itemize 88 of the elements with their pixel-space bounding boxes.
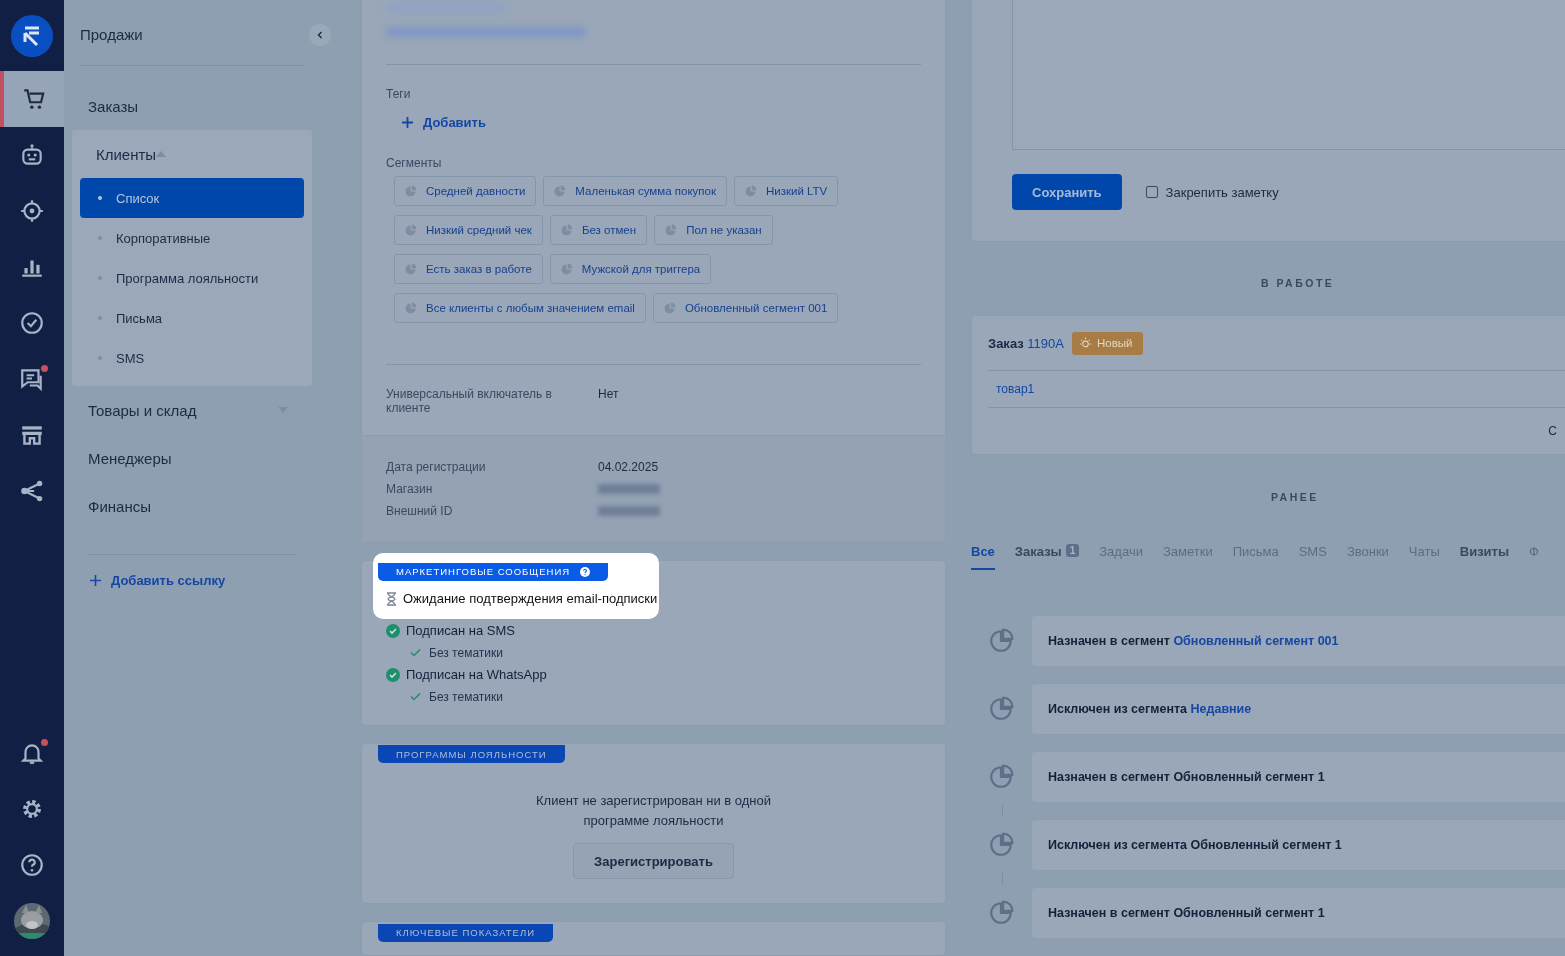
segment-icon <box>663 302 676 314</box>
hourglass-icon <box>386 591 397 606</box>
segment-chip[interactable]: Средней давности <box>394 176 537 206</box>
chevron-left-icon <box>316 31 324 39</box>
event-card: Исключен из сегмента Недавние <box>1031 683 1565 735</box>
subscription-status: Подписан на SMS <box>406 623 515 638</box>
save-button[interactable]: Сохранить <box>1012 174 1122 210</box>
check-circle-icon <box>386 667 400 682</box>
nav-item[interactable]: Товары и склад <box>80 386 304 434</box>
subscription-topic: Без тематики <box>429 689 503 704</box>
nav-subitem[interactable]: Письма <box>80 298 304 338</box>
order-item-link[interactable]: товар1 <box>996 382 1035 396</box>
segment-chip[interactable]: Низкий LTV <box>733 176 839 206</box>
pin-note-checkbox[interactable]: Закрепить заметку <box>1145 184 1279 200</box>
field-label: Теги <box>386 87 412 101</box>
field-value: 04.02.2025 <box>598 460 660 474</box>
check-icon <box>410 692 421 701</box>
plus-icon <box>402 117 413 128</box>
nav-item[interactable]: Заказы <box>80 82 304 130</box>
segment-chip[interactable]: Обновленный сегмент 001 <box>652 293 839 323</box>
tab[interactable]: Все <box>971 544 995 570</box>
nav-item[interactable]: Клиенты <box>80 130 183 178</box>
segment-icon <box>560 263 573 275</box>
nav-item[interactable]: Финансы <box>80 482 304 530</box>
check-circle-icon <box>386 623 400 638</box>
pie-chart-icon <box>988 696 1014 722</box>
segment-chip[interactable]: Все клиенты с любым значением email <box>394 293 646 323</box>
logo[interactable] <box>11 14 53 57</box>
pie-chart-icon <box>988 764 1014 790</box>
section-heading: В РАБОТЕ <box>1261 277 1335 289</box>
segment-chip[interactable]: Маленькая сумма покупок <box>543 176 727 206</box>
field-label: Внешний ID <box>386 504 454 518</box>
order-title: Заказ 1190A <box>988 335 1064 351</box>
tab[interactable]: Визиты <box>1459 544 1510 570</box>
subscription-topic: Без тематики <box>429 645 503 660</box>
segment-chip[interactable]: Есть заказ в работе <box>394 254 543 284</box>
share-icon[interactable] <box>19 478 45 504</box>
chat-icon[interactable] <box>19 366 45 392</box>
event-card: Назначен в сегмент Обновленный сегмент 1 <box>1031 887 1565 939</box>
add-tag-button[interactable]: Добавить <box>402 115 486 130</box>
nav-subitem[interactable]: SMS <box>80 338 304 378</box>
field-label: Универсальный включатель в клиенте <box>386 387 553 415</box>
pie-chart-icon <box>988 900 1014 926</box>
section-heading: РАНЕЕ <box>1271 491 1319 503</box>
pie-chart-icon <box>988 628 1014 654</box>
status-badge: Новый <box>1072 331 1143 355</box>
field-label: Магазин <box>386 482 434 496</box>
event-card: Назначен в сегмент Обновленный сегмент 1 <box>1031 751 1565 803</box>
field-value: Нет <box>598 387 620 403</box>
nav-subitem[interactable]: Программа лояльности <box>80 258 304 298</box>
segment-chip[interactable]: Без отмен <box>549 215 648 245</box>
empty-message: Клиент не зарегистрирован ни в одной программе лояльности <box>535 792 772 830</box>
register-button[interactable]: Зарегистрировать <box>573 843 734 879</box>
segment-chip[interactable]: Пол не указан <box>654 215 773 245</box>
add-link-button[interactable]: Добавить ссылку <box>90 573 226 588</box>
nav-subitem[interactable]: Список <box>80 178 304 218</box>
help-icon[interactable] <box>580 566 591 577</box>
plus-icon <box>90 575 101 586</box>
segment-chip[interactable]: Мужской для триггера <box>549 254 712 284</box>
segment-chip[interactable]: Низкий средний чек <box>394 215 543 245</box>
collapse-button[interactable] <box>309 24 331 46</box>
table-cell: С <box>1548 424 1557 438</box>
subscription-status: Ожидание подтверждения email-подписки <box>403 591 658 606</box>
event-card: Исключен из сегмента Обновленный сегмент 1 <box>1031 819 1565 871</box>
subscription-status: Подписан на WhatsApp <box>406 667 547 682</box>
segment-icon <box>665 224 678 236</box>
tab[interactable]: Заказы 1 <box>1014 544 1080 570</box>
section-title: Продажи <box>80 26 143 43</box>
segment-icon <box>405 302 417 314</box>
section-tab: МАРКЕТИНГОВЫЕ СООБЩЕНИЯ <box>378 562 609 581</box>
segment-icon <box>560 224 573 236</box>
nav-subitem[interactable]: Корпоративные <box>80 218 304 258</box>
nav-item[interactable]: Менеджеры <box>80 434 304 482</box>
cart-icon[interactable] <box>21 86 47 112</box>
segment-icon <box>405 224 417 236</box>
pie-chart-icon <box>988 832 1014 858</box>
segment-icon <box>554 185 567 197</box>
field-label: Дата регистрации <box>386 460 487 474</box>
target-icon[interactable] <box>19 198 45 224</box>
check-icon <box>410 648 421 657</box>
segment-icon <box>405 263 417 275</box>
segment-icon <box>744 185 757 197</box>
help-icon[interactable] <box>19 852 45 878</box>
field-label: Сегменты <box>386 156 443 170</box>
robot-icon[interactable] <box>19 142 45 168</box>
segment-icon <box>405 185 417 197</box>
event-card: Назначен в сегмент Обновленный сегмент 001 <box>1031 615 1565 667</box>
check-circle-icon[interactable] <box>19 310 45 336</box>
